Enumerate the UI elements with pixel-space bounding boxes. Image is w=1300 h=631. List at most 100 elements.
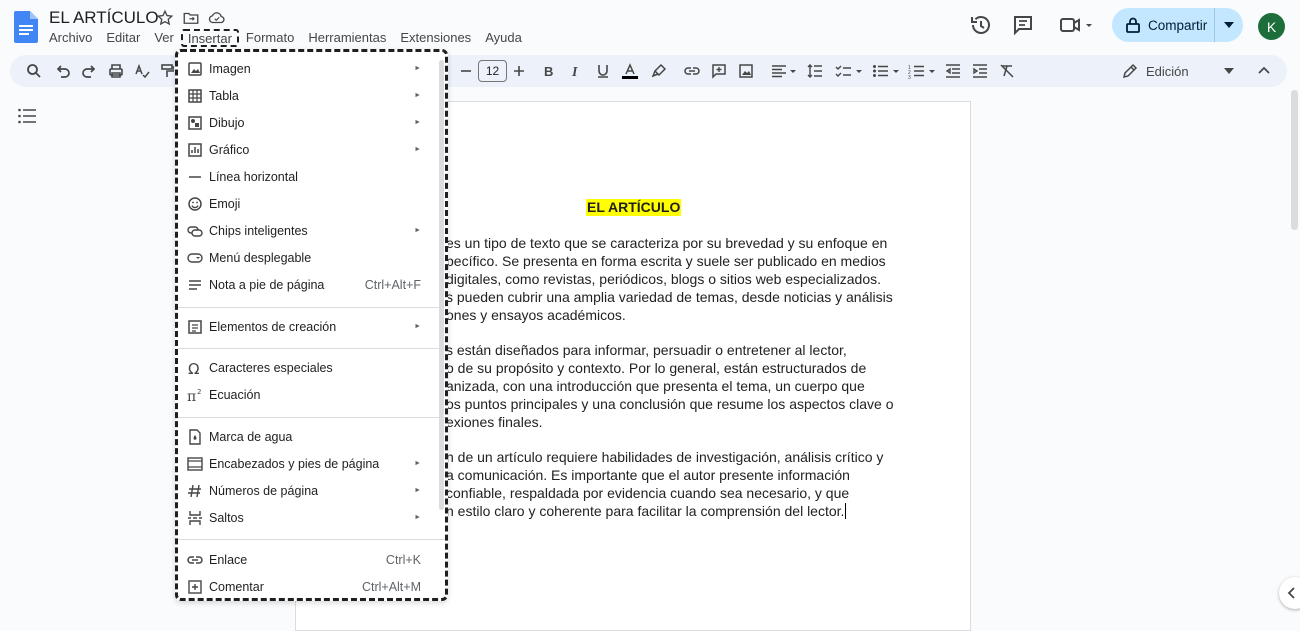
spellcheck-icon[interactable] xyxy=(134,63,150,79)
header-footer-icon xyxy=(187,456,203,472)
menu-item-caracteres-especiales[interactable]: Ω Caracteres especiales xyxy=(178,354,445,381)
decrease-font-size-icon[interactable] xyxy=(458,63,474,79)
redo-icon[interactable] xyxy=(81,63,97,79)
search-icon[interactable] xyxy=(26,63,42,79)
text-line: digitales, como revistas, periódicos, bl… xyxy=(446,271,881,287)
star-icon[interactable] xyxy=(156,9,174,27)
paint-format-icon[interactable] xyxy=(160,63,174,79)
document-outline-icon[interactable] xyxy=(18,108,36,124)
side-panel-toggle[interactable] xyxy=(1279,577,1300,609)
document-title[interactable]: EL ARTÍCULO xyxy=(49,8,159,28)
docs-logo-icon[interactable] xyxy=(14,11,38,43)
decrease-indent-icon[interactable] xyxy=(945,63,961,79)
line-spacing-icon[interactable] xyxy=(807,63,823,79)
footnote-icon xyxy=(187,277,203,293)
submenu-arrow-icon: ► xyxy=(414,227,421,234)
align-icon[interactable] xyxy=(771,63,797,79)
menu-item-marca-agua[interactable]: Marca de agua xyxy=(178,423,445,450)
menu-formato[interactable]: Formato xyxy=(239,29,301,47)
menu-extensiones[interactable]: Extensiones xyxy=(393,29,478,47)
menu-item-encabezados[interactable]: Encabezados y pies de página ► xyxy=(178,450,445,477)
svg-text:B: B xyxy=(544,64,553,79)
increase-font-size-icon[interactable] xyxy=(511,63,527,79)
mode-label: Edición xyxy=(1146,63,1189,79)
bold-icon[interactable]: B xyxy=(541,63,557,79)
document-heading: EL ARTÍCULO xyxy=(586,199,682,216)
menu-editar[interactable]: Editar xyxy=(99,29,147,47)
menu-divider xyxy=(178,348,445,349)
menu-item-imagen[interactable]: Imagen ► xyxy=(178,55,445,82)
menu-item-linea-horizontal[interactable]: Línea horizontal xyxy=(178,163,445,190)
text-line: o de su propósito y contexto. Por lo gen… xyxy=(446,360,867,376)
menu-item-numeros-pagina[interactable]: Números de página ► xyxy=(178,477,445,504)
menu-bar: Archivo Editar Ver Insertar Formato Herr… xyxy=(42,29,529,47)
image-icon xyxy=(187,61,203,77)
numbered-list-icon[interactable]: 123 xyxy=(908,63,936,79)
share-dropdown-icon[interactable] xyxy=(1215,22,1243,28)
comments-icon[interactable] xyxy=(1011,13,1035,37)
chevron-left-icon xyxy=(1287,587,1295,599)
insert-link-icon[interactable] xyxy=(684,63,700,79)
menu-item-comentar[interactable]: Comentar Ctrl+Alt+M xyxy=(178,573,445,600)
menu-scrollbar[interactable] xyxy=(439,60,444,510)
text-color-icon[interactable] xyxy=(622,63,638,79)
cloud-saved-icon[interactable] xyxy=(208,9,226,27)
highlight-icon[interactable] xyxy=(651,63,667,79)
watermark-icon xyxy=(187,428,203,445)
clear-formatting-icon[interactable] xyxy=(999,63,1015,79)
undo-icon[interactable] xyxy=(55,63,71,79)
shortcut-label: Ctrl+Alt+M xyxy=(361,579,421,594)
bulleted-list-icon[interactable] xyxy=(872,63,900,79)
checklist-icon[interactable] xyxy=(835,63,863,79)
text-line: a comunicación. Es importante que el aut… xyxy=(446,467,850,483)
menu-ver[interactable]: Ver xyxy=(147,29,181,47)
insert-image-icon[interactable] xyxy=(738,63,754,79)
underline-icon[interactable] xyxy=(595,63,611,79)
menu-item-elementos-creacion[interactable]: Elementos de creación ► xyxy=(178,313,445,340)
increase-indent-icon[interactable] xyxy=(972,63,988,79)
table-icon xyxy=(187,88,203,104)
break-icon xyxy=(187,510,203,526)
text-line: n estilo claro y coherente para facilita… xyxy=(446,503,847,519)
menu-divider xyxy=(178,417,445,418)
pencil-icon xyxy=(1122,63,1138,79)
text-line: es un tipo de texto que se caracteriza p… xyxy=(446,235,888,251)
menu-item-enlace[interactable]: Enlace Ctrl+K xyxy=(178,546,445,573)
text-cursor xyxy=(845,503,847,519)
submenu-arrow-icon: ► xyxy=(414,65,421,72)
text-line: os puntos principales y una conclusión q… xyxy=(446,396,894,412)
collapse-toolbar-icon[interactable] xyxy=(1256,63,1272,79)
submenu-arrow-icon: ► xyxy=(414,514,421,521)
svg-text:I: I xyxy=(571,65,578,79)
menu-item-chips-inteligentes[interactable]: Chips inteligentes ► xyxy=(178,217,445,244)
menu-item-tabla[interactable]: Tabla ► xyxy=(178,82,445,109)
menu-item-dibujo[interactable]: Dibujo ► xyxy=(178,109,445,136)
menu-item-grafico[interactable]: Gráfico ► xyxy=(178,136,445,163)
horizontal-line-icon xyxy=(187,169,203,185)
menu-ayuda[interactable]: Ayuda xyxy=(478,29,529,47)
vertical-scrollbar[interactable] xyxy=(1291,90,1298,230)
menu-herramientas[interactable]: Herramientas xyxy=(301,29,393,47)
meet-icon[interactable] xyxy=(1058,13,1096,37)
insert-comment-icon[interactable] xyxy=(711,63,727,79)
share-button[interactable]: Compartir xyxy=(1112,8,1243,42)
print-icon[interactable] xyxy=(108,63,124,79)
submenu-arrow-icon: ► xyxy=(414,460,421,467)
menu-item-menu-desplegable[interactable]: Menú desplegable xyxy=(178,244,445,271)
menu-item-ecuacion[interactable]: π2 Ecuación xyxy=(178,381,445,408)
text-line: pecífico. Se presenta en forma escrita y… xyxy=(446,253,886,269)
italic-icon[interactable]: I xyxy=(568,63,584,79)
chevron-down-icon xyxy=(1224,68,1234,74)
version-history-icon[interactable] xyxy=(969,13,993,37)
move-folder-icon[interactable] xyxy=(182,9,200,27)
menu-item-nota-pie[interactable]: Nota a pie de página Ctrl+Alt+F xyxy=(178,271,445,298)
avatar[interactable]: K xyxy=(1258,13,1285,40)
svg-text:2: 2 xyxy=(197,388,201,396)
text-line: n de un artículo requiere habilidades de… xyxy=(446,449,884,465)
menu-item-emoji[interactable]: Emoji xyxy=(178,190,445,217)
font-size-input[interactable]: 12 xyxy=(478,60,507,82)
editing-mode-dropdown[interactable]: Edición xyxy=(1122,61,1234,81)
menu-item-saltos[interactable]: Saltos ► xyxy=(178,504,445,531)
menu-archivo[interactable]: Archivo xyxy=(42,29,99,47)
menu-insertar[interactable]: Insertar xyxy=(180,29,239,47)
